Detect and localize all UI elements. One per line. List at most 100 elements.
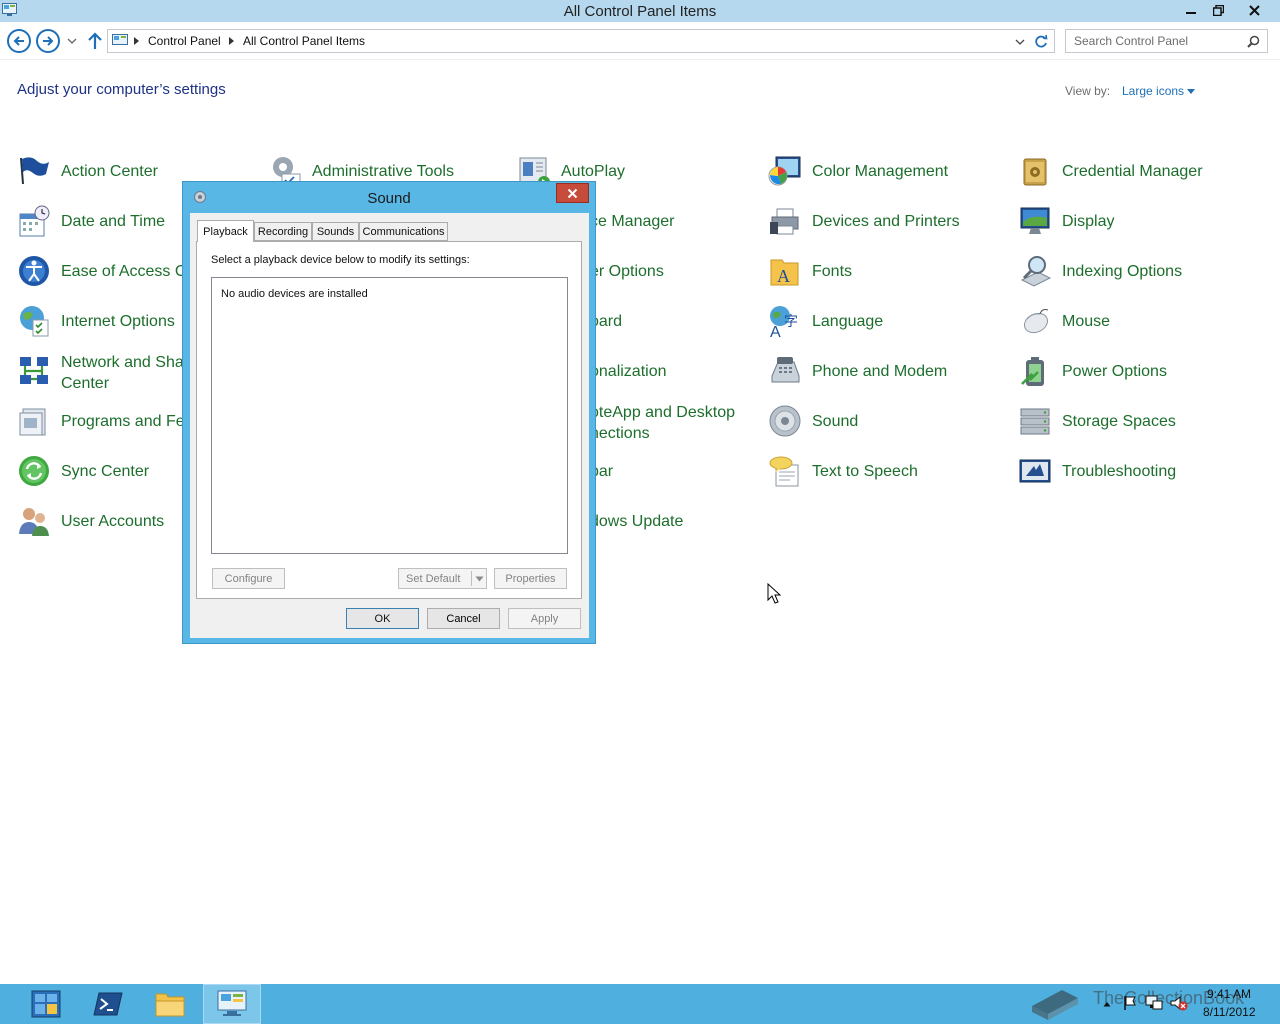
set-default-button[interactable]: Set Default (398, 568, 487, 589)
cp-item-text-to-speech[interactable]: Text to Speech (768, 451, 1008, 495)
cp-item-label: Display (1062, 213, 1115, 230)
close-icon (567, 188, 578, 198)
cp-item-label: Administrative Tools (312, 163, 454, 180)
breadcrumb-all-items[interactable]: All Control Panel Items (243, 34, 365, 48)
cp-item-label: User Accounts (61, 513, 165, 530)
cp-item-label: Sound (812, 413, 859, 430)
cp-item-devices-and-printers[interactable]: Devices and Printers (768, 201, 1008, 245)
cp-item-credential-manager[interactable]: Credential Manager (1018, 151, 1258, 195)
programs-icon (19, 408, 46, 436)
cp-item-label: Network and Sha Center (61, 354, 184, 392)
properties-button[interactable]: Properties (494, 568, 567, 589)
cp-item-label: Ease of Access Ce (61, 263, 196, 280)
cp-item-power-options[interactable]: Power Options (1018, 351, 1258, 395)
cp-item-label: Storage Spaces (1062, 413, 1176, 430)
recent-pages-chevron-icon[interactable] (67, 38, 77, 44)
cp-item-label: Programs and Fea (61, 413, 194, 430)
address-history-chevron-icon[interactable] (1015, 39, 1025, 45)
view-by-chevron-icon[interactable] (1187, 89, 1195, 94)
playback-panel: Select a playback device below to modify… (196, 241, 582, 599)
dialog-close-button[interactable] (556, 183, 589, 203)
title-bar: All Control Panel Items (0, 0, 1280, 22)
network-icon (20, 357, 48, 384)
svg-text:A: A (770, 324, 781, 338)
view-by-dropdown[interactable]: Large icons (1122, 84, 1184, 98)
network-status-icon[interactable] (1145, 995, 1163, 1011)
cp-item-label: Language (812, 313, 884, 330)
cp-item-troubleshooting[interactable]: Troubleshooting (1018, 451, 1258, 495)
cp-item-label: Fonts (812, 263, 853, 280)
power-icon (1021, 357, 1044, 386)
back-arrow-icon (13, 36, 24, 46)
close-button[interactable] (1239, 0, 1269, 20)
cp-item-label: onalization (590, 363, 667, 380)
cp-item-label: er Options (590, 263, 664, 280)
fonts-icon: A (770, 259, 799, 286)
search-box[interactable] (1065, 29, 1268, 53)
restore-button[interactable] (1203, 0, 1233, 20)
taskbar-file-explorer[interactable] (141, 984, 199, 1024)
playback-device-list[interactable]: No audio devices are installed (211, 277, 568, 554)
cp-item-indexing-options[interactable]: Indexing Options (1018, 251, 1258, 295)
cp-item-mouse[interactable]: Mouse (1018, 301, 1258, 345)
ease-of-access-icon (19, 256, 49, 286)
back-button[interactable] (7, 29, 31, 53)
page-title: Adjust your computer’s settings (17, 81, 226, 98)
tab-playback[interactable]: Playback (197, 220, 254, 242)
tab-sounds[interactable]: Sounds (312, 222, 359, 241)
cp-item-fonts[interactable]: A Fonts (768, 251, 1008, 295)
split-divider (471, 571, 472, 586)
action-center-flag-icon[interactable] (1123, 995, 1137, 1011)
search-input[interactable] (1074, 34, 1234, 48)
breadcrumb-separator[interactable] (229, 37, 234, 45)
users-icon (19, 508, 49, 536)
cp-item-display[interactable]: Display (1018, 201, 1258, 245)
cp-item-label: Power Options (1062, 363, 1167, 380)
taskbar-control-panel[interactable] (203, 984, 261, 1024)
indexing-icon (1020, 256, 1052, 287)
up-arrow-icon[interactable] (87, 32, 103, 50)
configure-button[interactable]: Configure (212, 568, 285, 589)
cp-item-phone-and-modem[interactable]: Phone and Modem (768, 351, 1008, 395)
refresh-icon[interactable] (1035, 35, 1048, 48)
taskbar-powershell[interactable] (79, 984, 137, 1024)
taskbar: TheCollectionBook 9:41 AM 8/11/2012 (0, 984, 1280, 1024)
cp-item-storage-spaces[interactable]: Storage Spaces (1018, 401, 1258, 445)
volume-muted-icon[interactable] (1170, 995, 1188, 1011)
chevron-down-icon[interactable] (475, 576, 484, 582)
flag-icon (20, 157, 49, 185)
control-panel-icon (217, 990, 247, 1016)
forward-button[interactable] (36, 29, 60, 53)
calendar-clock-icon (19, 205, 50, 237)
mouse-cursor-icon (767, 583, 781, 604)
cancel-button[interactable]: Cancel (427, 608, 500, 629)
cp-item-label: Troubleshooting (1062, 463, 1177, 480)
view-by-label: View by: (1065, 84, 1111, 98)
show-hidden-icons-icon[interactable] (1103, 1001, 1111, 1007)
taskbar-server-manager[interactable] (17, 984, 75, 1024)
clock-time[interactable]: 9:41 AM (1207, 987, 1251, 1001)
tab-recording[interactable]: Recording (254, 222, 312, 241)
cp-item-label: ce Manager (590, 213, 675, 230)
cp-item-label: Credential Manager (1062, 163, 1203, 180)
troubleshooting-icon (1019, 459, 1051, 483)
phone-icon (771, 357, 800, 383)
ok-button[interactable]: OK (346, 608, 419, 629)
address-bar[interactable]: Control Panel All Control Panel Items (107, 29, 1055, 53)
book-watermark-icon (1032, 990, 1078, 1020)
search-icon[interactable] (1247, 35, 1260, 48)
breadcrumb-control-panel[interactable]: Control Panel (148, 34, 221, 48)
cp-item-label: Action Center (61, 163, 158, 180)
cp-item-label: Text to Speech (812, 463, 918, 480)
cp-item-label: Date and Time (61, 213, 166, 230)
minimize-button[interactable] (1176, 0, 1206, 20)
cp-item-language[interactable]: A字 Language (768, 301, 1008, 345)
cp-item-label: Color Management (812, 163, 949, 180)
cp-item-sound[interactable]: Sound (768, 401, 1008, 445)
cp-item-label: dows Update (590, 513, 684, 530)
tab-communications[interactable]: Communications (359, 222, 448, 241)
breadcrumb-separator[interactable] (134, 37, 139, 45)
apply-button[interactable]: Apply (508, 608, 581, 629)
clock-date[interactable]: 8/11/2012 (1203, 1005, 1256, 1019)
cp-item-color-management[interactable]: Color Management (768, 151, 1008, 195)
